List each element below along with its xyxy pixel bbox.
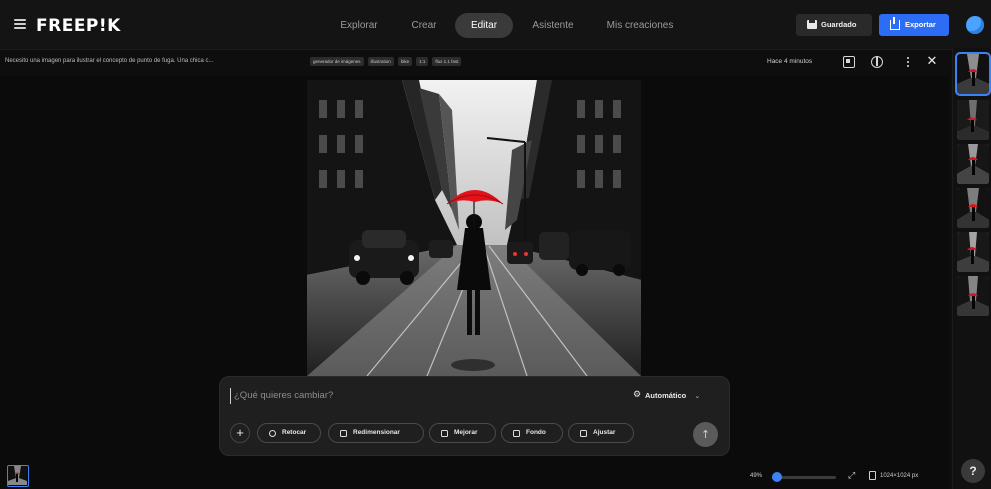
- image-frame-icon[interactable]: [843, 56, 855, 68]
- tag-aspect-ratio[interactable]: 1:1: [416, 57, 429, 66]
- timestamp: Hace 4 minutos: [767, 58, 813, 65]
- edit-prompt-input[interactable]: ¿Qué quieres cambiar?: [230, 388, 590, 404]
- tag-subject[interactable]: bike: [397, 57, 413, 66]
- tag-style[interactable]: illustration: [367, 57, 394, 66]
- enhance-icon: [441, 430, 448, 437]
- export-button-label: Exportar: [905, 20, 936, 29]
- thumbnail-item[interactable]: [957, 100, 989, 140]
- mode-label: Automático: [645, 391, 687, 400]
- tab-crear[interactable]: Crear: [400, 13, 448, 38]
- prompt-tags: generador de imágenes illustration bike …: [310, 57, 462, 66]
- export-button[interactable]: Exportar: [879, 14, 949, 36]
- document-icon: [869, 471, 876, 480]
- top-bar: FREEP!K Explorar Crear Editar Asistente …: [0, 0, 991, 50]
- help-button[interactable]: ?: [961, 459, 985, 483]
- background-chip[interactable]: Fondo: [501, 423, 563, 443]
- thumbnail-item[interactable]: [955, 52, 991, 96]
- street-scene-illustration: [307, 80, 641, 376]
- user-avatar[interactable]: [966, 16, 984, 34]
- chevron-down-icon: ⌄: [694, 393, 701, 400]
- thumbnail-rail: [952, 48, 991, 489]
- prompt-text[interactable]: Necesito una imagen para ilustrar el con…: [5, 58, 213, 64]
- current-image-thumbnail[interactable]: [7, 465, 29, 487]
- sliders-icon: [580, 430, 587, 437]
- retouch-chip[interactable]: Retocar: [257, 423, 321, 443]
- enhance-chip[interactable]: Mejorar: [429, 423, 496, 443]
- gear-icon: ⚙: [633, 390, 642, 400]
- send-button[interactable]: ↑: [693, 422, 718, 447]
- background-chip-label: Fondo: [526, 429, 546, 436]
- tab-asistente[interactable]: Asistente: [522, 13, 584, 38]
- expand-icon[interactable]: ⤢: [848, 471, 855, 481]
- tab-explorar[interactable]: Explorar: [328, 13, 390, 38]
- zoom-slider-handle[interactable]: [772, 472, 782, 482]
- image-dimensions: 1024×1024 px: [880, 473, 919, 479]
- edit-prompt-composer: ¿Qué quieres cambiar? ⚙ Automático ⌄ + R…: [219, 376, 730, 456]
- add-button[interactable]: +: [230, 423, 250, 443]
- resize-icon: [340, 430, 347, 437]
- adjust-chip[interactable]: Ajustar: [568, 423, 634, 443]
- thumbnail-item[interactable]: [957, 188, 989, 228]
- more-options-icon[interactable]: [902, 56, 914, 68]
- tag-model[interactable]: flux 1.1 fast: [432, 57, 462, 66]
- download-icon: [890, 17, 900, 30]
- background-icon: [513, 430, 520, 437]
- globe-icon[interactable]: [871, 56, 883, 68]
- saved-button[interactable]: Guardado: [796, 14, 872, 36]
- thumbnail-item[interactable]: [957, 232, 989, 272]
- folder-icon: [807, 20, 817, 29]
- zoom-level: 49%: [750, 473, 763, 479]
- zoom-slider[interactable]: [772, 472, 836, 482]
- resize-chip[interactable]: Redimensionar: [328, 423, 424, 443]
- mode-selector[interactable]: ⚙ Automático ⌄: [633, 390, 701, 401]
- retouch-icon: [269, 430, 276, 437]
- tag-generator[interactable]: generador de imágenes: [310, 57, 364, 66]
- enhance-chip-label: Mejorar: [454, 429, 478, 436]
- resize-chip-label: Redimensionar: [353, 429, 400, 436]
- prompt-info-bar: Necesito una imagen para ilustrar el con…: [0, 52, 950, 74]
- freepik-editor-app: FREEP!K Explorar Crear Editar Asistente …: [0, 0, 991, 489]
- retouch-chip-label: Retocar: [282, 429, 307, 436]
- generated-image[interactable]: [307, 80, 641, 376]
- saved-button-label: Guardado: [821, 20, 857, 29]
- thumbnail-item[interactable]: [957, 144, 989, 184]
- thumbnail-item[interactable]: [957, 276, 989, 316]
- tab-mis-creaciones[interactable]: Mis creaciones: [596, 13, 684, 38]
- tab-editar[interactable]: Editar: [455, 13, 513, 38]
- close-icon[interactable]: ✕: [926, 55, 938, 68]
- adjust-chip-label: Ajustar: [593, 429, 616, 436]
